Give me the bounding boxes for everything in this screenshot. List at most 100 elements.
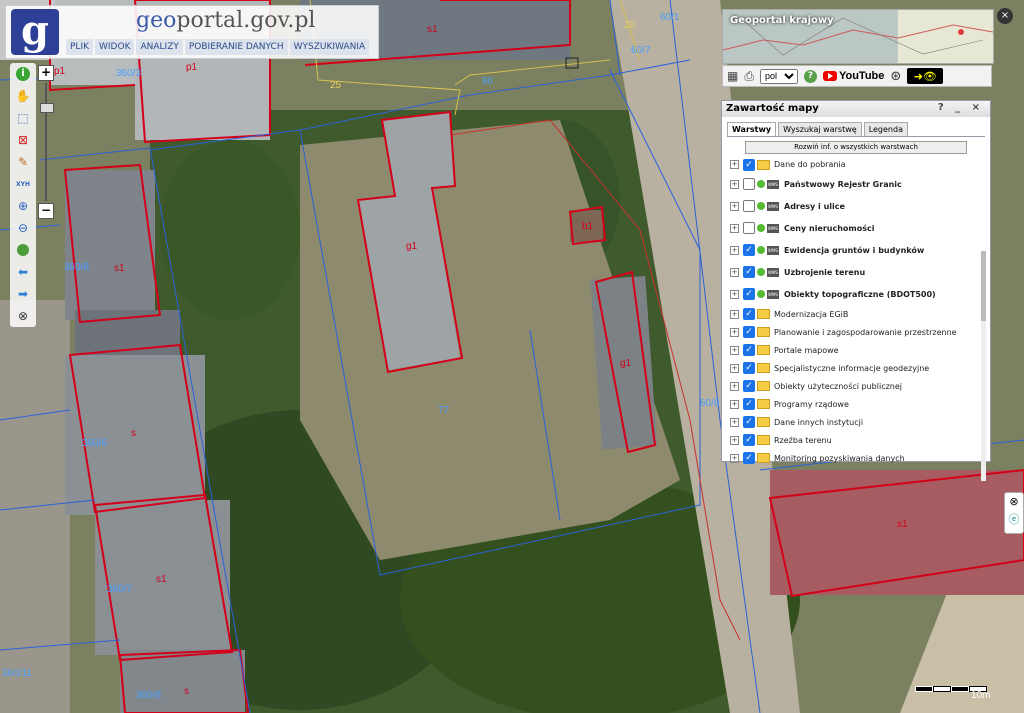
expand-icon[interactable]: + bbox=[730, 179, 739, 189]
layer-checkbox[interactable]: ✓ bbox=[743, 362, 755, 374]
settings-icon[interactable]: ⊛ bbox=[890, 69, 901, 84]
back-arrow-icon[interactable]: ⬅ bbox=[10, 261, 36, 283]
layer-label: Programy rządowe bbox=[774, 399, 849, 409]
help-icon[interactable]: ? bbox=[803, 69, 817, 83]
layer-row[interactable]: + ✓ Rzeźba terenu bbox=[730, 431, 980, 449]
youtube-button[interactable]: YouTube bbox=[822, 70, 884, 82]
expand-icon[interactable]: + bbox=[730, 363, 739, 373]
layer-row[interactable]: + ✓ Programy rządowe bbox=[730, 395, 980, 413]
layer-row[interactable]: + ✓ Specjalistyczne informacje geodezyjne bbox=[730, 359, 980, 377]
layer-row[interactable]: + ✓ WMS Obiekty topograficzne (BDOT500) bbox=[730, 283, 980, 305]
layer-row[interactable]: + ✓ Dane innych instytucji bbox=[730, 413, 980, 431]
expand-icon[interactable]: + bbox=[730, 417, 739, 427]
layer-row[interactable]: + ✓ Portale mapowe bbox=[730, 341, 980, 359]
tab-warstwy[interactable]: Warstwy bbox=[727, 122, 777, 136]
layer-row[interactable]: + ✓ Dane do pobrania bbox=[730, 156, 980, 173]
expand-icon[interactable]: + bbox=[730, 160, 739, 169]
full-extent-icon[interactable]: ⊗ bbox=[10, 305, 36, 327]
expand-icon[interactable]: + bbox=[730, 201, 739, 211]
layer-row[interactable]: + ✓ Modernizacja EGiB bbox=[730, 305, 980, 323]
info-icon[interactable]: i bbox=[10, 63, 36, 85]
expand-icon[interactable]: + bbox=[730, 289, 739, 299]
accessibility-eye-icon[interactable]: ➜👁 bbox=[907, 68, 944, 84]
expand-icon[interactable]: + bbox=[730, 399, 739, 409]
layer-checkbox[interactable]: ✓ bbox=[743, 308, 755, 320]
forward-arrow-icon[interactable]: ➡ bbox=[10, 283, 36, 305]
pencil-icon[interactable]: ✎ bbox=[10, 151, 36, 173]
layer-label: Uzbrojenie terenu bbox=[784, 267, 866, 277]
panel-title: Zawartość mapy bbox=[726, 103, 819, 114]
zoom-thumb[interactable] bbox=[40, 103, 54, 113]
wms-icon: WMS bbox=[767, 201, 779, 211]
expand-icon[interactable]: + bbox=[730, 381, 739, 391]
expand-icon[interactable]: + bbox=[730, 327, 739, 337]
zoom-minus-button[interactable]: − bbox=[38, 203, 54, 219]
overview-map[interactable]: Geoportal krajowy bbox=[722, 9, 994, 64]
expand-icon[interactable]: + bbox=[730, 435, 739, 445]
language-select[interactable]: pol bbox=[759, 68, 798, 84]
layer-row[interactable]: + ✓ WMS Ewidencja gruntów i budynków bbox=[730, 239, 980, 261]
header-bar: g geoportal.gov.pl PLIK WIDOK ANALIZY PO… bbox=[5, 5, 379, 59]
wms-icon: WMS bbox=[767, 223, 779, 233]
folder-icon bbox=[757, 345, 770, 355]
layer-checkbox[interactable]: ✓ bbox=[743, 416, 755, 428]
layer-row[interactable]: + WMS Adresy i ulice bbox=[730, 195, 980, 217]
menu-wyszukiwania[interactable]: WYSZUKIWANIA bbox=[289, 39, 370, 55]
menu-plik[interactable]: PLIK bbox=[66, 39, 93, 55]
zoom-track[interactable] bbox=[40, 83, 54, 201]
expand-icon[interactable]: + bbox=[730, 223, 739, 233]
clear-selection-icon[interactable]: ⊠ bbox=[10, 129, 36, 151]
layer-checkbox[interactable] bbox=[743, 222, 755, 234]
layer-checkbox[interactable]: ✓ bbox=[743, 266, 755, 278]
expand-icon[interactable]: + bbox=[730, 267, 739, 277]
select-icon[interactable]: ⬚ bbox=[10, 107, 36, 129]
tab-wyszukaj-warstwe[interactable]: Wyszukaj warstwę bbox=[778, 122, 862, 136]
layer-checkbox[interactable]: ✓ bbox=[743, 398, 755, 410]
expand-icon[interactable]: + bbox=[730, 309, 739, 319]
expand-icon[interactable]: + bbox=[730, 453, 739, 463]
layer-checkbox[interactable]: ✓ bbox=[743, 288, 755, 300]
layer-checkbox[interactable]: ✓ bbox=[743, 434, 755, 446]
layer-checkbox[interactable] bbox=[743, 178, 755, 190]
menu-pobieranie-danych[interactable]: POBIERANIE DANYCH bbox=[184, 39, 288, 55]
grid-icon[interactable]: ▦ bbox=[727, 69, 738, 83]
edit-circle-icon[interactable]: ⓔ bbox=[1005, 511, 1023, 529]
panel-scrollbar-thumb[interactable] bbox=[981, 251, 986, 321]
panel-scrollbar[interactable] bbox=[981, 251, 986, 481]
folder-icon bbox=[757, 435, 770, 445]
zoom-plus-button[interactable]: + bbox=[38, 65, 54, 81]
zoom-in-icon[interactable]: ⊕ bbox=[10, 195, 36, 217]
layer-checkbox[interactable]: ✓ bbox=[743, 380, 755, 392]
menu-analizy[interactable]: ANALIZY bbox=[136, 39, 183, 55]
print-icon[interactable]: ⎙ bbox=[744, 69, 754, 84]
folder-icon bbox=[757, 417, 770, 427]
layer-label: Planowanie i zagospodarowanie przestrzen… bbox=[774, 327, 957, 337]
folder-icon bbox=[757, 159, 770, 170]
panel-window-controls[interactable]: ? _ × bbox=[938, 102, 984, 113]
expand-icon[interactable]: + bbox=[730, 345, 739, 355]
layer-checkbox[interactable]: ✓ bbox=[743, 344, 755, 356]
layer-row[interactable]: + WMS Ceny nieruchomości bbox=[730, 217, 980, 239]
layer-row[interactable]: + ✓ Monitoring pozyskiwania danych bbox=[730, 449, 980, 467]
pan-hand-icon[interactable]: ✋ bbox=[10, 85, 36, 107]
layer-label: Obiekty użyteczności publicznej bbox=[774, 381, 903, 391]
tab-legenda[interactable]: Legenda bbox=[863, 122, 908, 136]
layer-row[interactable]: + ✓ Planowanie i zagospodarowanie przestrz… bbox=[730, 323, 980, 341]
xyh-icon[interactable]: XYH bbox=[10, 173, 36, 195]
expand-icon[interactable]: + bbox=[730, 245, 739, 255]
layer-checkbox[interactable]: ✓ bbox=[743, 326, 755, 338]
geoportal-logo[interactable]: g bbox=[11, 9, 59, 55]
layer-checkbox[interactable]: ✓ bbox=[743, 244, 755, 256]
zoom-out-icon[interactable]: ⊖ bbox=[10, 217, 36, 239]
layer-row[interactable]: + ✓ Obiekty użyteczności publicznej bbox=[730, 377, 980, 395]
menu-widok[interactable]: WIDOK bbox=[95, 39, 135, 55]
globe-icon[interactable] bbox=[10, 239, 36, 261]
close-overview-icon[interactable]: × bbox=[997, 8, 1013, 24]
layer-checkbox[interactable] bbox=[743, 200, 755, 212]
layer-checkbox[interactable]: ✓ bbox=[743, 452, 755, 464]
layer-row[interactable]: + WMS Państwowy Rejestr Granic bbox=[730, 173, 980, 195]
layer-checkbox[interactable]: ✓ bbox=[743, 158, 755, 171]
close-circle-icon[interactable]: ⊗ bbox=[1005, 493, 1023, 511]
layer-row[interactable]: + ✓ WMS Uzbrojenie terenu bbox=[730, 261, 980, 283]
expand-all-button[interactable]: Rozwiń inf. o wszystkich warstwach bbox=[745, 141, 967, 154]
